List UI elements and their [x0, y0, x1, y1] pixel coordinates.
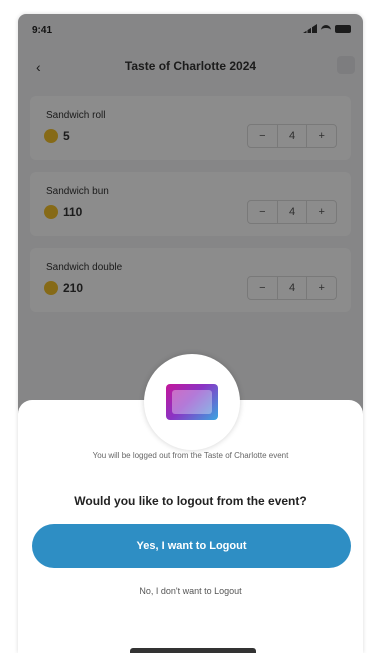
event-logo-image [165, 384, 218, 420]
cancel-logout-link[interactable]: No, I don't want to Logout [18, 586, 363, 596]
logout-question: Would you like to logout from the event? [74, 494, 307, 508]
confirm-logout-button[interactable]: Yes, I want to Logout [32, 524, 351, 568]
event-logo [143, 354, 240, 450]
home-indicator [129, 648, 256, 653]
logout-info-text: You will be logged out from the Taste of… [92, 451, 289, 460]
